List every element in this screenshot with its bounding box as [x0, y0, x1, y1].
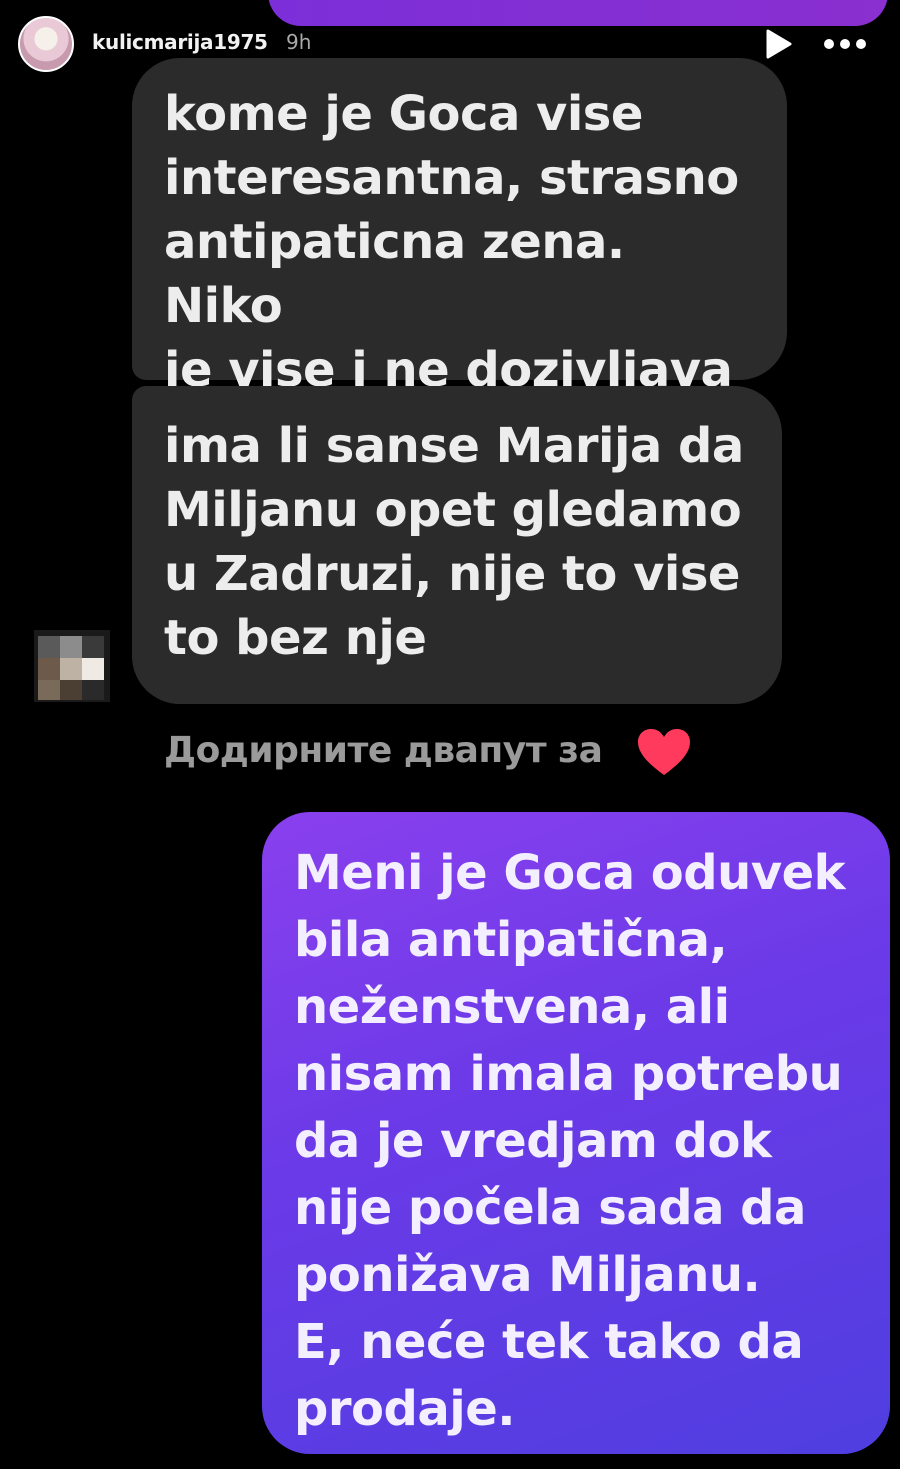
- play-icon[interactable]: [760, 26, 796, 62]
- incoming-message-2[interactable]: ima li sanse Marija da Miljanu opet gled…: [132, 386, 782, 704]
- sender-avatar[interactable]: [34, 630, 110, 702]
- username[interactable]: kulicmarija1975: [92, 30, 268, 54]
- outgoing-message[interactable]: Meni je Goca oduvek bila antipatična, ne…: [262, 812, 890, 1454]
- double-tap-hint: Додирните двапут за: [164, 730, 603, 771]
- profile-avatar[interactable]: [18, 16, 74, 72]
- post-time: 9h: [286, 30, 312, 54]
- incoming-message-1[interactable]: kome je Goca vise interesantna, strasno …: [132, 58, 787, 398]
- more-options-icon[interactable]: [820, 26, 870, 62]
- heart-icon[interactable]: [636, 728, 692, 778]
